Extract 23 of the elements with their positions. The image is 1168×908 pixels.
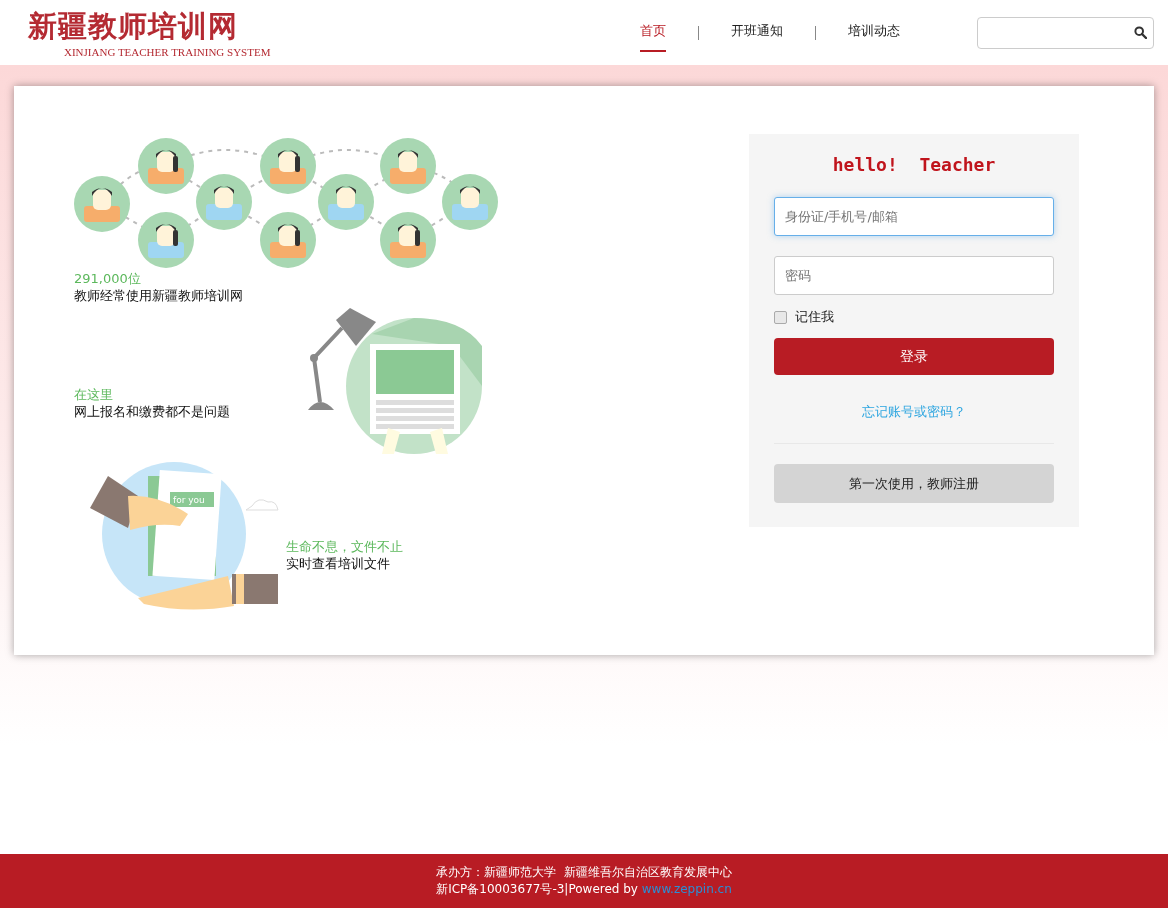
footer-icp: 新ICP备10003677号-3|Powered by www.zeppin.cn: [436, 881, 732, 898]
feature-text: 实时查看培训文件: [286, 555, 391, 572]
register-button[interactable]: 第一次使用，教师注册: [774, 464, 1054, 503]
remember-checkbox[interactable]: [774, 310, 787, 324]
feature-highlight: 在这里: [74, 386, 114, 403]
footer-organizer: 承办方：新疆师范大学 新疆维吾尔自治区教育发展中心: [436, 864, 732, 881]
illustration-label: for you: [173, 495, 205, 505]
search-field[interactable]: [977, 16, 1154, 49]
feature-text: 教师经常使用新疆教师培训网: [74, 287, 244, 304]
nav-tab[interactable]: 培训动态: [848, 13, 900, 52]
username-field[interactable]: 身份证/手机号/邮箱: [774, 197, 1054, 236]
feature-highlight: 291,000位: [74, 270, 142, 287]
remember-label: 记住我: [795, 308, 834, 326]
logo-subtitle: XINJIANG TEACHER TRAINING SYSTEM: [64, 44, 272, 59]
logo-title: 新疆教师培训网: [28, 7, 239, 45]
nav-tab[interactable]: 开班通知: [731, 13, 783, 52]
search-icon[interactable]: [1134, 26, 1147, 39]
nav-tab[interactable]: 首页: [640, 13, 666, 52]
login-button[interactable]: 登录: [774, 338, 1054, 375]
password-field[interactable]: 密码: [774, 256, 1054, 295]
feature-highlight: 生命不息，文件不止: [286, 538, 403, 555]
login-greeting: hello! Teacher: [831, 154, 997, 177]
feature-text: 网上报名和缴费都不是问题: [74, 403, 231, 420]
